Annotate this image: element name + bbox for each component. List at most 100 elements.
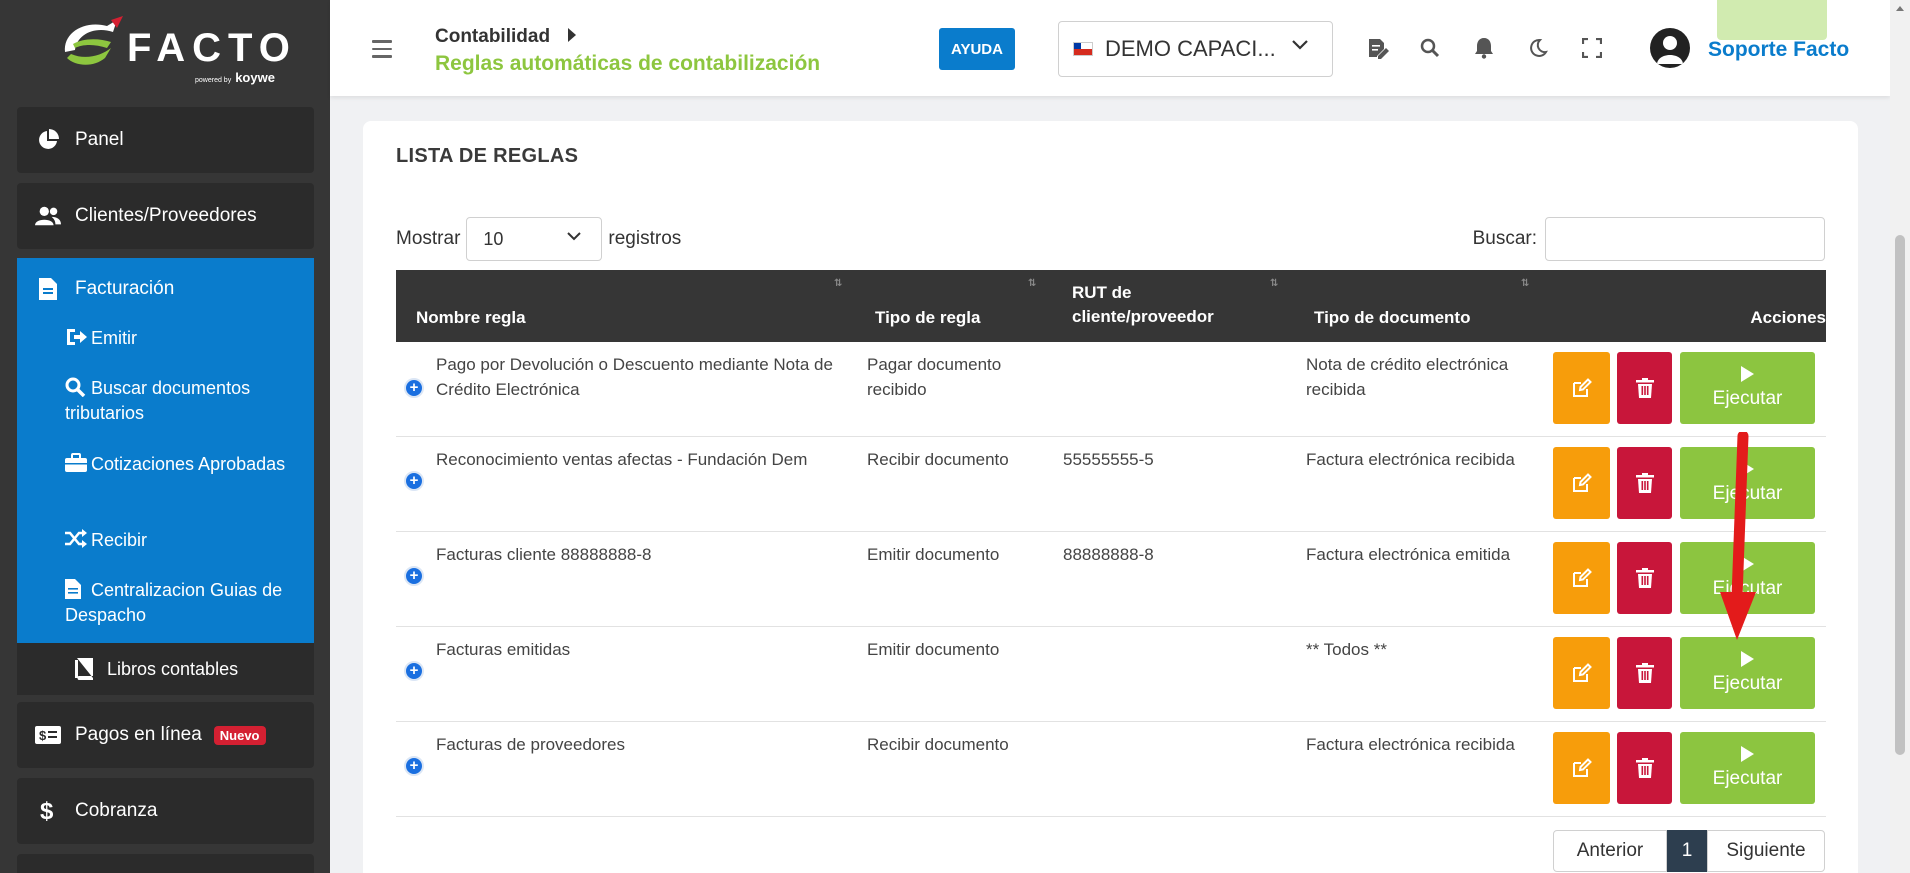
logo-powered-by: powered by koywe xyxy=(195,70,275,85)
sidebar-subitem-cotizaciones[interactable]: Cotizaciones Aprobadas xyxy=(65,452,295,477)
sidebar-item-partial[interactable] xyxy=(17,854,314,873)
sort-icon[interactable]: ⇅ xyxy=(1521,278,1529,289)
edit-button[interactable] xyxy=(1553,732,1610,804)
delete-button[interactable] xyxy=(1617,732,1672,804)
execute-button[interactable]: Ejecutar xyxy=(1680,637,1815,709)
table-row: + Pago por Devolución o Descuento mediant… xyxy=(396,342,1826,437)
company-select[interactable]: DEMO CAPACI... xyxy=(1058,21,1333,77)
scrollbar-thumb[interactable] xyxy=(1895,235,1905,755)
avatar[interactable] xyxy=(1650,28,1690,68)
money-bill-icon: $ xyxy=(35,722,61,748)
sort-icon[interactable]: ⇅ xyxy=(1270,278,1278,289)
page-length-select[interactable]: 10 xyxy=(466,217,603,261)
expand-row-icon[interactable]: + xyxy=(404,756,424,776)
edit-button[interactable] xyxy=(1553,352,1610,424)
column-header-nombre[interactable]: Nombre regla xyxy=(416,306,526,330)
document-icon xyxy=(35,276,61,302)
delete-button[interactable] xyxy=(1617,352,1672,424)
expand-row-icon[interactable]: + xyxy=(404,661,424,681)
sidebar-item-facturacion[interactable]: Facturación xyxy=(35,276,174,302)
svg-text:$: $ xyxy=(40,799,54,823)
sidebar-item-cobranza[interactable]: $ Cobranza xyxy=(17,778,314,844)
sidebar-subitem-emitir[interactable]: Emitir xyxy=(65,326,295,351)
fullscreen-icon[interactable] xyxy=(1580,36,1604,60)
new-badge: Nuevo xyxy=(213,725,266,745)
sort-icon[interactable]: ⇅ xyxy=(834,278,842,289)
card-title: LISTA DE REGLAS xyxy=(396,145,579,167)
sidebar-item-pagos[interactable]: $ Pagos en línea Nuevo xyxy=(17,702,314,768)
cell-documento: Factura electrónica emitida xyxy=(1306,545,1511,564)
breadcrumb[interactable]: Contabilidad xyxy=(435,26,577,48)
play-icon xyxy=(1741,746,1754,762)
execute-button[interactable]: Ejecutar xyxy=(1680,732,1815,804)
expand-row-icon[interactable]: + xyxy=(404,566,424,586)
next-page-button[interactable]: Siguiente xyxy=(1707,830,1825,872)
execute-label: Ejecutar xyxy=(1712,388,1783,409)
cell-nombre: Facturas emitidas xyxy=(436,640,571,659)
pie-chart-icon xyxy=(35,127,61,153)
cell-tipo: Emitir documento xyxy=(867,545,1000,564)
hamburger-menu-icon[interactable] xyxy=(372,40,392,58)
moon-icon[interactable] xyxy=(1526,36,1550,60)
current-page-button[interactable]: 1 xyxy=(1667,830,1707,872)
sidebar-subitem-libros[interactable]: Libros contables xyxy=(17,643,314,695)
scroll-up-icon[interactable] xyxy=(1896,6,1904,11)
sidebar-item-clientes[interactable]: Clientes/Proveedores xyxy=(17,183,314,249)
prev-page-button[interactable]: Anterior xyxy=(1553,830,1667,872)
logo-text: FACTO xyxy=(127,26,297,70)
table-row: + Facturas emitidas Emitir documento ** Tod… xyxy=(396,627,1826,722)
column-header-rut[interactable]: RUT de cliente/proveedor xyxy=(1072,281,1232,329)
delete-button[interactable] xyxy=(1617,447,1672,519)
expand-row-icon[interactable]: + xyxy=(404,471,424,491)
edit-icon xyxy=(1572,473,1592,492)
pagination: Anterior 1 Siguiente xyxy=(1553,830,1825,872)
sidebar-item-label: Clientes/Proveedores xyxy=(75,205,257,226)
sidebar-subitem-centralizacion[interactable]: Centralizacion Guias de Despacho xyxy=(65,578,295,628)
caret-right-icon xyxy=(568,28,577,42)
cell-documento: Factura electrónica recibida xyxy=(1306,735,1515,754)
search-input[interactable] xyxy=(1545,217,1825,261)
chile-flag-icon xyxy=(1073,42,1093,56)
edit-button[interactable] xyxy=(1553,637,1610,709)
dollar-icon: $ xyxy=(35,798,61,824)
expand-row-icon[interactable]: + xyxy=(404,378,424,398)
sidebar-subitem-recibir[interactable]: Recibir xyxy=(65,528,295,553)
trash-icon xyxy=(1635,473,1654,493)
play-icon xyxy=(1741,366,1754,382)
trash-icon xyxy=(1635,758,1654,778)
rules-card: LISTA DE REGLAS Mostrar 10 registros Bus… xyxy=(363,121,1858,873)
execute-button[interactable]: Ejecutar xyxy=(1680,352,1815,424)
chevron-down-icon xyxy=(567,232,582,241)
users-icon xyxy=(35,203,61,229)
cell-rut: 55555555-5 xyxy=(1063,450,1154,469)
bell-icon[interactable] xyxy=(1472,36,1496,60)
chevron-down-icon xyxy=(1292,40,1308,50)
edit-button[interactable] xyxy=(1553,447,1610,519)
user-name[interactable]: Soporte Facto xyxy=(1708,38,1849,62)
column-header-tipo[interactable]: Tipo de regla xyxy=(875,306,981,330)
edit-icon xyxy=(1572,378,1592,397)
edit-document-icon[interactable] xyxy=(1366,36,1390,60)
sidebar-group-facturacion: Facturación Emitir Buscar documentos tri… xyxy=(17,258,314,643)
edit-button[interactable] xyxy=(1553,542,1610,614)
page-scrollbar[interactable] xyxy=(1890,0,1910,873)
table-row: + Facturas de proveedores Recibir document… xyxy=(396,722,1826,817)
cell-tipo: Pagar documento recibido xyxy=(867,355,1002,399)
sidebar: FACTO powered by koywe Panel Clientes/Pro… xyxy=(0,0,330,873)
search-icon[interactable] xyxy=(1418,36,1442,60)
cell-tipo: Recibir documento xyxy=(867,450,1009,469)
column-header-documento[interactable]: Tipo de documento xyxy=(1314,306,1470,330)
sort-icon[interactable]: ⇅ xyxy=(1028,278,1036,289)
execute-label: Ejecutar xyxy=(1712,768,1783,789)
delete-button[interactable] xyxy=(1617,637,1672,709)
delete-button[interactable] xyxy=(1617,542,1672,614)
page-length-control: Mostrar 10 registros xyxy=(396,217,681,261)
help-button[interactable]: AYUDA xyxy=(939,28,1015,70)
sidebar-item-panel[interactable]: Panel xyxy=(17,107,314,173)
cell-nombre: Pago por Devolución o Descuento mediante… xyxy=(436,355,833,399)
facto-logo[interactable]: FACTO powered by koywe xyxy=(55,14,297,85)
cell-tipo: Emitir documento xyxy=(867,640,1000,659)
cell-nombre: Facturas cliente 88888888-8 xyxy=(436,545,652,564)
search-icon xyxy=(65,377,87,398)
sidebar-subitem-buscar[interactable]: Buscar documentos tributarios xyxy=(65,376,295,426)
